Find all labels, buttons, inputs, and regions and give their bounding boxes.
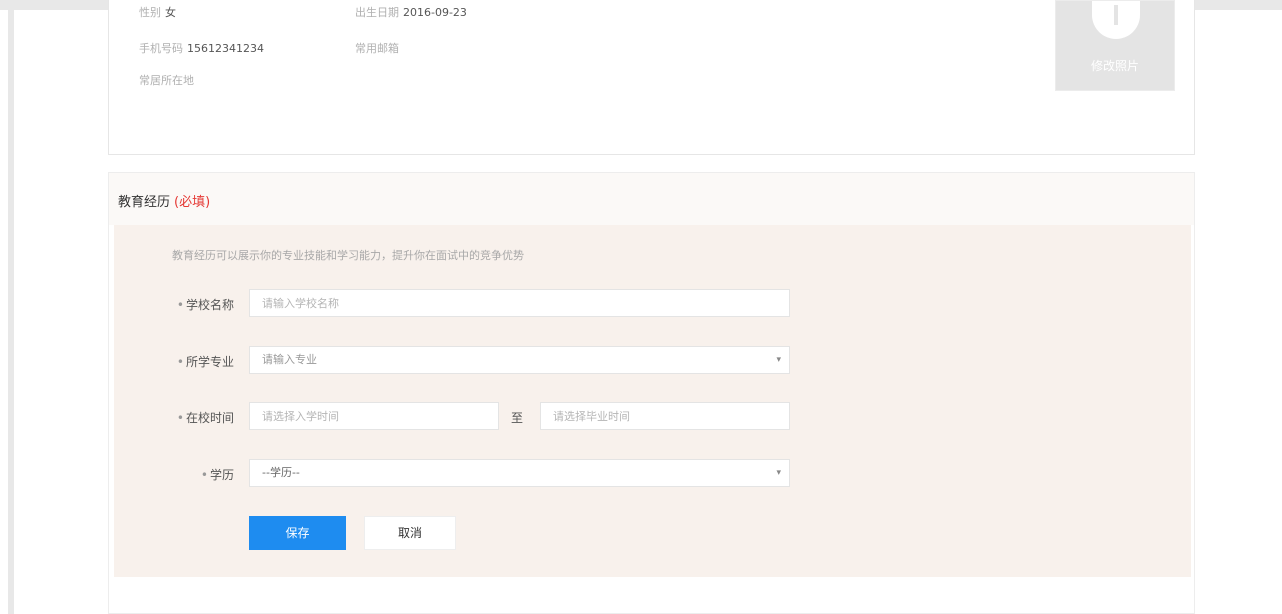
start-date-input[interactable] xyxy=(249,402,499,430)
major-label: • 所学专业 xyxy=(176,355,234,369)
end-date-input[interactable] xyxy=(540,402,790,430)
left-divider xyxy=(8,0,14,614)
degree-label: • 学历 xyxy=(200,468,234,482)
cancel-button[interactable]: 取消 xyxy=(364,516,456,550)
location-label: 常居所在地 xyxy=(139,74,194,87)
period-label: • 在校时间 xyxy=(176,411,234,425)
major-select[interactable]: 请输入专业 ▾ xyxy=(249,346,790,374)
degree-select[interactable]: --学历-- ▾ xyxy=(249,459,790,487)
profile-card: 性别女 出生日期 2016-09-23 手机号码 15612341234 常用邮箱 … xyxy=(108,0,1195,155)
chevron-down-icon: ▾ xyxy=(776,468,781,478)
location-field: 常居所在地 xyxy=(139,72,194,88)
phone-label: 手机号码 xyxy=(139,42,183,55)
section-title: 教育经历 (必填) xyxy=(118,191,210,210)
major-placeholder: 请输入专业 xyxy=(262,353,317,366)
gender-value: 女 xyxy=(165,6,176,19)
phone-value: 15612341234 xyxy=(187,42,264,55)
change-photo-label[interactable]: 修改照片 xyxy=(1056,57,1174,74)
email-field: 常用邮箱 xyxy=(355,40,399,56)
phone-field: 手机号码 15612341234 xyxy=(139,40,264,56)
avatar[interactable]: 修改照片 xyxy=(1055,0,1175,91)
education-tip: 教育经历可以展示你的专业技能和学习能力，提升你在面试中的竞争优势 xyxy=(172,249,524,262)
birth-field: 出生日期 2016-09-23 xyxy=(355,4,467,20)
school-input[interactable] xyxy=(249,289,790,317)
school-label: • 学校名称 xyxy=(176,298,234,312)
education-title: 教育经历 xyxy=(118,195,171,210)
education-header: 教育经历 (必填) xyxy=(109,173,1194,225)
degree-selected: --学历-- xyxy=(262,466,300,479)
gender-field: 性别女 xyxy=(139,4,176,20)
resume-edit-page: 性别女 出生日期 2016-09-23 手机号码 15612341234 常用邮箱 … xyxy=(0,0,1282,614)
save-button[interactable]: 保存 xyxy=(249,516,346,550)
email-label: 常用邮箱 xyxy=(355,42,399,55)
date-separator: 至 xyxy=(511,411,524,425)
avatar-placeholder-icon xyxy=(1092,1,1140,39)
education-form: 教育经历可以展示你的专业技能和学习能力，提升你在面试中的竞争优势 •学校名称 •… xyxy=(114,225,1191,577)
gender-label: 性别 xyxy=(139,6,161,19)
birth-label: 出生日期 xyxy=(355,6,399,19)
required-badge: (必填) xyxy=(174,195,211,210)
education-section: 教育经历 (必填) 教育经历可以展示你的专业技能和学习能力，提升你在面试中的竞争优… xyxy=(108,172,1195,614)
birth-value: 2016-09-23 xyxy=(403,6,467,19)
chevron-down-icon: ▾ xyxy=(776,355,781,365)
